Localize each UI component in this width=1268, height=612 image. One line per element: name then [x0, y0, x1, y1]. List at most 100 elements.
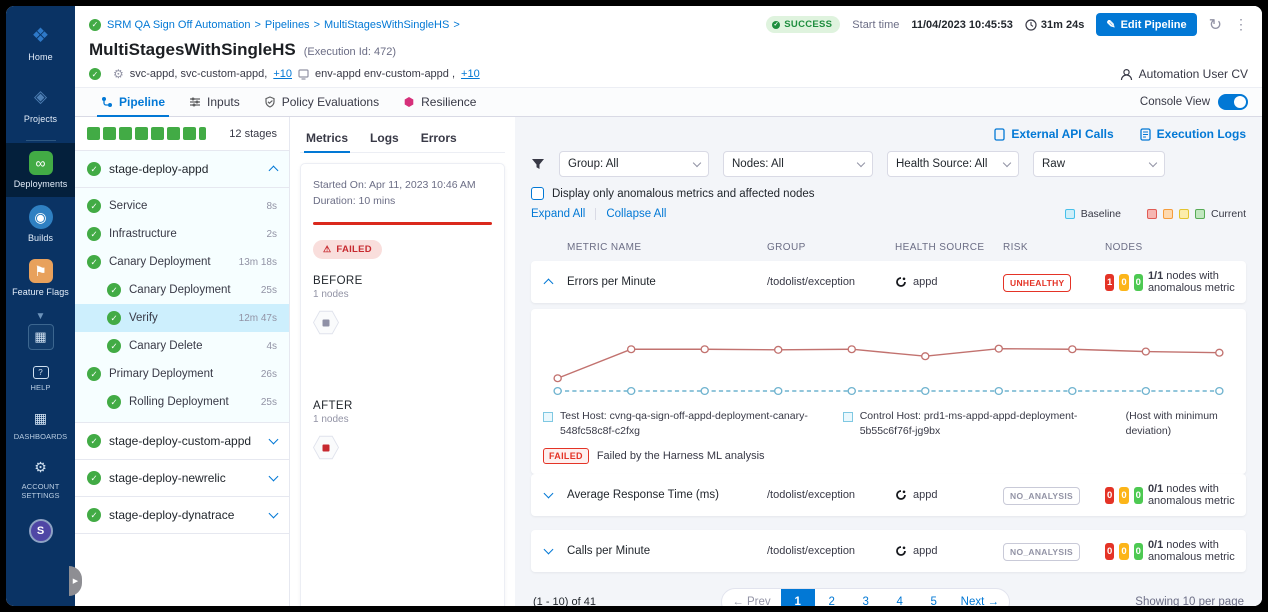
tab-logs[interactable]: Logs [368, 127, 401, 152]
user-avatar[interactable]: S [29, 519, 53, 543]
breadcrumb-separator: > [254, 19, 260, 31]
metric-name: Errors per Minute [567, 276, 767, 288]
module-selector-icon[interactable]: ▦ [28, 324, 54, 350]
tab-label: Pipeline [119, 95, 165, 109]
console-view-control: Console View [1140, 88, 1248, 116]
after-nodes-count: 1 nodes [313, 414, 492, 425]
chart-legend: Baseline Current [1065, 208, 1246, 220]
tab-inputs[interactable]: Inputs [177, 88, 252, 116]
services-more-link[interactable]: +10 [273, 68, 292, 80]
metric-row-calls-per-minute[interactable]: Calls per Minute /todolist/exception app… [531, 530, 1246, 572]
step-label: Canary Delete [129, 340, 258, 352]
pencil-icon: ✎ [1106, 18, 1115, 31]
metric-row-avg-response-time[interactable]: Average Response Time (ms) /todolist/exc… [531, 474, 1246, 516]
breadcrumb-pipeline-name[interactable]: MultiStagesWithSingleHS [324, 19, 449, 31]
group-filter-select[interactable]: Group: All [559, 151, 709, 177]
dashboards-icon: ▦ [31, 408, 51, 428]
sidebar-item-dashboards[interactable]: ▦ DASHBOARDS [12, 400, 70, 449]
page-button-4[interactable]: 4 [883, 589, 917, 606]
metric-group: /todolist/exception [767, 545, 895, 557]
chevron-down-icon[interactable] [544, 489, 554, 499]
step-infrastructure[interactable]: Infrastructure 2s [75, 220, 289, 248]
help-chat-icon: ? [33, 366, 49, 379]
step-canary-deployment-group[interactable]: Canary Deployment 13m 18s [75, 248, 289, 276]
red-node-count: 0 [1105, 487, 1114, 504]
stages-count-label: 12 stages [229, 128, 277, 140]
step-canary-deployment[interactable]: Canary Deployment 25s [75, 276, 289, 304]
duration-value: 31m 24s [1025, 19, 1084, 31]
expand-all-link[interactable]: Expand All [531, 208, 585, 220]
page-button-3[interactable]: 3 [849, 589, 883, 606]
edit-pipeline-button[interactable]: ✎Edit Pipeline [1096, 13, 1196, 36]
sidebar-item-builds[interactable]: ◉ Builds [6, 197, 75, 251]
tab-pipeline[interactable]: Pipeline [89, 88, 177, 116]
refresh-icon[interactable]: ↻ [1209, 15, 1222, 35]
nodes-filter-select[interactable]: Nodes: All [723, 151, 873, 177]
health-source-filter-select[interactable]: Health Source: All [887, 151, 1019, 177]
toggle-knob [1234, 96, 1246, 108]
screenshot-frame: ❖ Home ◈ Projects ∞ Deployments ◉ Builds… [0, 0, 1268, 612]
console-view-toggle[interactable] [1218, 94, 1248, 110]
stage-group-header[interactable]: stage-deploy-newrelic [75, 460, 289, 496]
sidebar-item-home[interactable]: ❖ Home [6, 14, 75, 70]
external-api-calls-link[interactable]: External API Calls [994, 127, 1113, 141]
verification-summary-card: Started On: Apr 11, 2023 10:46 AM Durati… [300, 163, 505, 606]
tab-policy-evaluations[interactable]: Policy Evaluations [252, 88, 391, 116]
green-node-count: 0 [1134, 543, 1143, 560]
page-button-5[interactable]: 5 [917, 589, 951, 606]
chevron-up-icon[interactable] [544, 279, 554, 289]
before-nodes-count: 1 nodes [313, 289, 492, 300]
stages-progress-row: 12 stages [75, 117, 289, 151]
kebab-menu-icon[interactable]: ⋮ [1234, 16, 1248, 33]
success-check-icon [107, 311, 121, 325]
breadcrumb-project[interactable]: SRM QA Sign Off Automation [107, 19, 250, 31]
control-host-label: Control Host: prd1-ms-appd-appd-deployme… [860, 409, 1086, 438]
success-check-icon [87, 227, 101, 241]
chevron-down-icon[interactable] [544, 545, 554, 555]
stage-group-custom-appd: stage-deploy-custom-appd [75, 423, 289, 460]
sidebar-item-help[interactable]: ? HELP [12, 358, 70, 400]
before-node-hexagon-icon[interactable] [313, 310, 339, 336]
stage-group-header[interactable]: stage-deploy-dynatrace [75, 497, 289, 533]
page-button-2[interactable]: 2 [815, 589, 849, 606]
anomalous-checkbox[interactable] [531, 187, 544, 200]
chevron-down-icon [269, 435, 279, 445]
tab-resilience[interactable]: Resilience [391, 88, 488, 116]
breadcrumb-pipelines[interactable]: Pipelines [265, 19, 310, 31]
tab-errors[interactable]: Errors [419, 127, 459, 152]
stage-group-newrelic: stage-deploy-newrelic [75, 460, 289, 497]
stage-group-header[interactable]: stage-deploy-appd [75, 151, 289, 187]
step-primary-deployment[interactable]: Primary Deployment 26s [75, 360, 289, 388]
step-duration: 25s [261, 285, 277, 296]
step-canary-delete[interactable]: Canary Delete 4s [75, 332, 289, 360]
test-host-checkbox[interactable] [543, 412, 553, 422]
page-button-1[interactable]: 1 [781, 589, 815, 606]
environments-more-link[interactable]: +10 [461, 68, 480, 80]
sidebar-item-projects[interactable]: ◈ Projects [6, 76, 75, 132]
prev-page-button[interactable]: ← Prev [722, 589, 780, 606]
green-node-count: 0 [1134, 487, 1143, 504]
step-verify-selected[interactable]: Verify 12m 47s [75, 304, 289, 332]
sidebar-item-feature-flags[interactable]: ⚑ Feature Flags [6, 251, 75, 305]
stage-group-name: stage-deploy-dynatrace [109, 508, 262, 522]
step-service[interactable]: Service 8s [75, 192, 289, 220]
execution-logs-link[interactable]: Execution Logs [1140, 127, 1246, 141]
current-legend-label: Current [1211, 208, 1246, 220]
user-name: Automation User CV [1139, 67, 1248, 81]
metric-row-errors-per-minute[interactable]: Errors per Minute /todolist/exception ap… [531, 261, 1246, 303]
stage-group-header[interactable]: stage-deploy-custom-appd [75, 423, 289, 459]
sidebar-item-account-settings[interactable]: ⚙ ACCOUNT SETTINGS [12, 450, 70, 509]
funnel-icon[interactable] [531, 158, 545, 171]
step-rolling-deployment[interactable]: Rolling Deployment 25s [75, 388, 289, 416]
nav-bottom-group: ? HELP ▦ DASHBOARDS ⚙ ACCOUNT SETTINGS S [12, 358, 70, 543]
tab-metrics[interactable]: Metrics [304, 127, 350, 152]
sidebar-item-deployments[interactable]: ∞ Deployments [6, 143, 75, 197]
next-page-button[interactable]: Next → [951, 589, 1009, 606]
raw-filter-select[interactable]: Raw [1033, 151, 1165, 177]
control-host-checkbox[interactable] [843, 412, 853, 422]
nav-more-chevron-icon[interactable]: ▼ [36, 311, 46, 322]
collapse-all-link[interactable]: Collapse All [606, 208, 666, 220]
after-node-hexagon-icon[interactable] [313, 435, 339, 461]
user-info: Automation User CV [1120, 67, 1248, 81]
appdynamics-icon [895, 545, 907, 557]
